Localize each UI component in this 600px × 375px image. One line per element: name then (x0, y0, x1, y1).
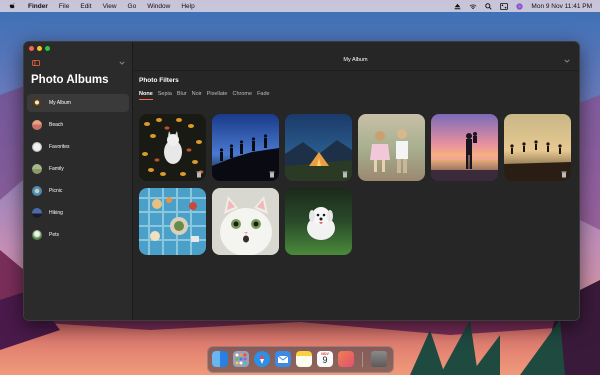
sidebar-item-hiking[interactable]: Hiking (27, 204, 129, 222)
photos-icon[interactable] (338, 351, 354, 367)
photo-beach-sunset-family (431, 114, 498, 181)
finder-icon[interactable] (212, 351, 228, 367)
grid-icon (235, 353, 247, 365)
menu-app-name[interactable]: Finder (28, 3, 48, 10)
photo-tile[interactable] (212, 114, 279, 181)
sidebar-item-family[interactable]: Family (27, 160, 129, 178)
zoom-button[interactable] (45, 46, 50, 51)
sidebar-item-label: Family (49, 166, 64, 172)
menu-edit[interactable]: Edit (80, 3, 91, 10)
sidebar: Photo Albums My Album Beach Favorites Fa… (24, 42, 133, 320)
minimize-button[interactable] (37, 46, 42, 51)
sidebar-item-label: Favorites (49, 144, 70, 150)
sidebar-item-label: My Album (49, 100, 71, 106)
dock-separator (362, 352, 363, 367)
photo-tile[interactable] (285, 188, 352, 255)
sidebar-title: Photo Albums (31, 74, 109, 86)
filter-noir[interactable]: Noir (192, 91, 202, 100)
photo-picnic-blanket (139, 188, 206, 255)
photo-surprised-kitten (212, 188, 279, 255)
apple-icon[interactable] (9, 2, 16, 10)
sidebar-item-label: Pets (49, 232, 60, 238)
menu-file[interactable]: File (59, 3, 69, 10)
wifi-icon[interactable] (469, 3, 477, 10)
menu-help[interactable]: Help (181, 3, 194, 10)
siri-icon[interactable] (516, 2, 524, 10)
menu-clock[interactable]: Mon 9 Nov 11:41 PM (531, 3, 592, 10)
control-center-icon[interactable] (500, 2, 509, 10)
main-content: My Album Photo Filters None Sepia Blur N… (132, 42, 579, 320)
album-thumbnail (32, 164, 42, 174)
eject-icon[interactable] (454, 3, 461, 10)
chevron-down-icon[interactable] (119, 61, 125, 65)
section-title: Photo Filters (139, 77, 179, 84)
album-list: My Album Beach Favorites Family Picnic H… (27, 94, 129, 248)
filter-fade[interactable]: Fade (257, 91, 270, 100)
sidebar-item-label: Picnic (49, 188, 63, 194)
photo-running-dog (285, 188, 352, 255)
trash-icon[interactable] (561, 171, 567, 178)
menu-view[interactable]: View (103, 3, 117, 10)
menu-status-area: Mon 9 Nov 11:41 PM (454, 0, 592, 12)
trash-icon[interactable] (269, 171, 275, 178)
sidebar-item-picnic[interactable]: Picnic (27, 182, 129, 200)
menu-go[interactable]: Go (128, 3, 137, 10)
calendar-day: 9 (322, 355, 328, 365)
notes-icon[interactable] (296, 351, 312, 367)
filter-none[interactable]: None (139, 91, 153, 100)
photo-kids-walking (358, 114, 425, 181)
toolbar: My Album (132, 42, 579, 71)
album-thumbnail (32, 230, 42, 240)
mail-icon[interactable] (275, 351, 291, 367)
photo-tile[interactable] (139, 114, 206, 181)
menu-bar: Finder File Edit View Go Window Help Mon… (0, 0, 600, 12)
calendar-icon[interactable]: NOV 9 (317, 351, 333, 367)
album-thumbnail (32, 142, 42, 152)
trash-icon[interactable] (342, 171, 348, 178)
envelope-icon (277, 355, 289, 363)
chevron-down-icon[interactable] (564, 59, 570, 63)
filter-pixellate[interactable]: Pixellate (207, 91, 228, 100)
sidebar-item-favorites[interactable]: Favorites (27, 138, 129, 156)
window-title: My Album (343, 57, 368, 63)
photo-tile[interactable] (285, 114, 352, 181)
close-button[interactable] (29, 46, 34, 51)
filter-blur[interactable]: Blur (177, 91, 187, 100)
photo-tile[interactable] (212, 188, 279, 255)
sidebar-item-beach[interactable]: Beach (27, 116, 129, 134)
menu-window[interactable]: Window (147, 3, 170, 10)
album-thumbnail (32, 186, 42, 196)
safari-icon[interactable] (254, 351, 270, 367)
trash-icon[interactable] (196, 171, 202, 178)
sidebar-toggle-icon[interactable] (32, 60, 40, 66)
photo-tile[interactable] (504, 114, 571, 181)
sidebar-item-pets[interactable]: Pets (27, 226, 129, 244)
photo-tile[interactable] (358, 114, 425, 181)
filter-sepia[interactable]: Sepia (158, 91, 172, 100)
filter-chrome[interactable]: Chrome (233, 91, 253, 100)
sidebar-item-my-album[interactable]: My Album (27, 94, 129, 112)
dock: NOV 9 (207, 346, 394, 373)
sidebar-item-label: Hiking (49, 210, 63, 216)
photo-tile[interactable] (431, 114, 498, 181)
compass-icon (260, 354, 264, 364)
album-thumbnail (32, 98, 42, 108)
photo-tile[interactable] (139, 188, 206, 255)
app-window: Photo Albums My Album Beach Favorites Fa… (23, 41, 580, 321)
launchpad-icon[interactable] (233, 351, 249, 367)
search-icon[interactable] (485, 2, 493, 10)
trash-icon[interactable] (371, 351, 387, 367)
sidebar-item-label: Beach (49, 122, 64, 128)
album-thumbnail (32, 208, 42, 218)
filter-tabs: None Sepia Blur Noir Pixellate Chrome Fa… (139, 91, 270, 100)
album-thumbnail (32, 120, 42, 130)
window-controls (29, 46, 50, 51)
